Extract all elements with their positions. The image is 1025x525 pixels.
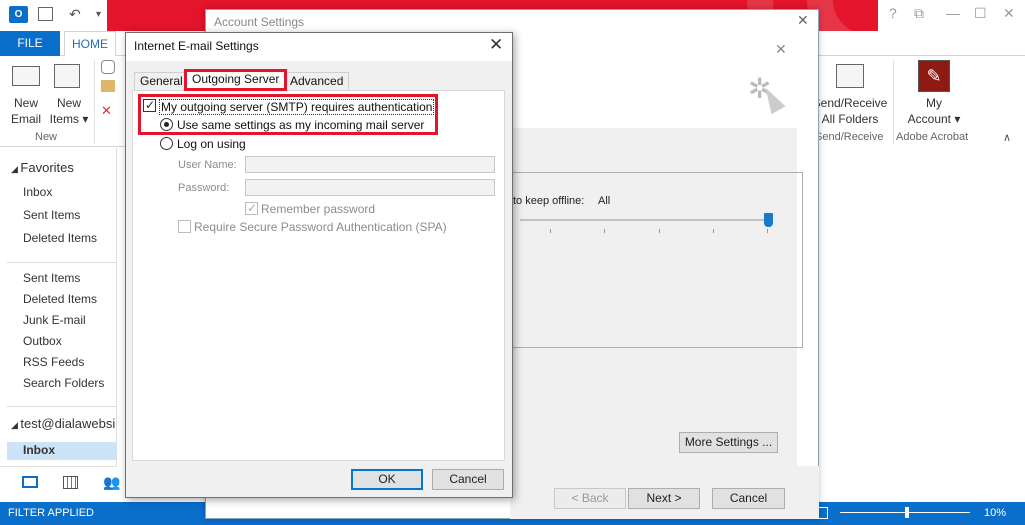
more-settings-button[interactable]: More Settings ... bbox=[679, 432, 778, 453]
close-icon[interactable]: ✕ bbox=[489, 35, 503, 55]
new-email-button[interactable]: New Email bbox=[6, 95, 46, 127]
filter-applied-status: FILTER APPLIED bbox=[8, 507, 94, 519]
qat-dropdown-icon[interactable]: ▾ bbox=[96, 9, 101, 20]
new-items-icon[interactable] bbox=[54, 64, 80, 88]
zoom-thumb[interactable] bbox=[905, 507, 909, 518]
outlook-logo-icon: O bbox=[9, 6, 28, 23]
offline-slider-track[interactable] bbox=[520, 219, 768, 221]
account-label: test@dialawebsi bbox=[20, 416, 116, 431]
require-spa-checkbox[interactable] bbox=[178, 220, 191, 233]
logon-using-label[interactable]: Log on using bbox=[177, 137, 246, 151]
group-send-receive-label: Send/Receive bbox=[815, 131, 884, 143]
smtp-highlight-box bbox=[138, 94, 438, 135]
tab-general[interactable]: General bbox=[134, 72, 189, 90]
bottom-nav-bar bbox=[0, 466, 117, 498]
tab-file[interactable]: FILE bbox=[0, 31, 60, 56]
offline-slider-thumb[interactable] bbox=[764, 213, 773, 227]
remember-password-checkbox[interactable]: ✓ bbox=[245, 201, 258, 215]
checkmark-icon: ✓ bbox=[247, 201, 258, 215]
nav-divider bbox=[7, 262, 117, 263]
minimize-icon[interactable]: — bbox=[946, 5, 960, 21]
slider-tick bbox=[713, 229, 714, 233]
group-new-label: New bbox=[35, 131, 58, 143]
nav-item-inbox[interactable]: Inbox bbox=[23, 185, 52, 199]
account-header[interactable]: ◢ test@dialawebsi bbox=[11, 416, 115, 431]
junk-icon[interactable]: ✕ bbox=[101, 104, 115, 118]
slider-tick bbox=[604, 229, 605, 233]
undo-icon[interactable]: ↶ bbox=[69, 6, 81, 23]
close-icon[interactable]: ✕ bbox=[775, 41, 787, 58]
my-account-button[interactable]: My Account ▾ bbox=[900, 95, 968, 127]
tab-home[interactable]: HOME bbox=[64, 31, 116, 57]
password-label: Password: bbox=[178, 182, 230, 194]
keep-offline-value: All bbox=[598, 195, 611, 207]
new-email-icon[interactable] bbox=[12, 66, 40, 86]
next-button[interactable]: Next > bbox=[628, 488, 700, 509]
expand-triangle-icon: ◢ bbox=[11, 420, 21, 430]
help-icon[interactable]: ? bbox=[889, 5, 897, 21]
folder-sent-items[interactable]: Sent Items bbox=[23, 271, 80, 285]
close-icon[interactable]: ✕ bbox=[1003, 5, 1015, 22]
require-spa-label[interactable]: Require Secure Password Authentication (… bbox=[194, 220, 447, 234]
ribbon-display-icon[interactable]: ⧉ bbox=[914, 5, 924, 22]
group-adobe-label: Adobe Acrobat bbox=[896, 131, 969, 143]
remember-password-label[interactable]: Remember password bbox=[261, 202, 375, 216]
zoom-level: 10% bbox=[984, 507, 1007, 519]
folder-rss[interactable]: RSS Feeds bbox=[23, 355, 84, 369]
acrobat-icon[interactable]: ✎ bbox=[918, 60, 950, 92]
delete-group-icon[interactable] bbox=[101, 60, 115, 74]
new-items-button[interactable]: New Items ▾ bbox=[46, 95, 92, 127]
dialog-title: Internet E-mail Settings bbox=[134, 39, 259, 53]
mail-icon[interactable] bbox=[22, 476, 38, 488]
favorites-label: Favorites bbox=[20, 160, 74, 175]
folder-deleted-items[interactable]: Deleted Items bbox=[23, 292, 97, 306]
send-receive-all-icon[interactable] bbox=[836, 64, 864, 88]
nav-divider bbox=[7, 406, 117, 407]
people-icon[interactable]: 👥 bbox=[103, 474, 120, 491]
send-receive-qat-icon[interactable] bbox=[38, 7, 53, 21]
folder-junk[interactable]: Junk E-mail bbox=[23, 313, 86, 327]
dialog-cancel-button[interactable]: Cancel bbox=[432, 469, 504, 490]
folder-outbox[interactable]: Outbox bbox=[23, 334, 62, 348]
user-name-input[interactable] bbox=[245, 156, 495, 173]
back-button[interactable]: < Back bbox=[554, 488, 626, 509]
collapse-ribbon-icon[interactable]: ∧ bbox=[1003, 131, 1011, 144]
folder-search[interactable]: Search Folders bbox=[23, 376, 104, 390]
account-cancel-button[interactable]: Cancel bbox=[712, 488, 785, 509]
slider-tick bbox=[767, 229, 768, 233]
account-settings-title: Account Settings bbox=[214, 15, 305, 29]
tab-highlight-box bbox=[184, 69, 287, 91]
nav-item-deleted[interactable]: Deleted Items bbox=[23, 231, 97, 245]
slider-tick bbox=[659, 229, 660, 233]
ribbon-separator bbox=[893, 60, 894, 144]
ribbon-separator bbox=[94, 60, 95, 144]
nav-item-sent[interactable]: Sent Items bbox=[23, 208, 80, 222]
send-receive-all-button[interactable]: Send/Receive All Folders bbox=[812, 95, 888, 127]
close-icon[interactable]: ✕ bbox=[797, 12, 809, 29]
maximize-icon[interactable]: ☐ bbox=[974, 5, 987, 22]
expand-triangle-icon: ◢ bbox=[11, 164, 21, 174]
folder-inbox-selected[interactable]: Inbox bbox=[23, 443, 55, 457]
logon-using-radio[interactable] bbox=[160, 137, 173, 150]
password-input[interactable] bbox=[245, 179, 495, 196]
user-name-label: User Name: bbox=[178, 159, 237, 171]
slider-tick bbox=[550, 229, 551, 233]
ignore-icon[interactable] bbox=[101, 80, 115, 92]
keep-offline-label: to keep offline: bbox=[513, 195, 585, 207]
favorites-header[interactable]: ◢ Favorites bbox=[11, 160, 74, 175]
ok-button[interactable]: OK bbox=[351, 469, 423, 490]
tab-advanced[interactable]: Advanced bbox=[284, 72, 350, 90]
calendar-icon[interactable] bbox=[63, 476, 78, 489]
